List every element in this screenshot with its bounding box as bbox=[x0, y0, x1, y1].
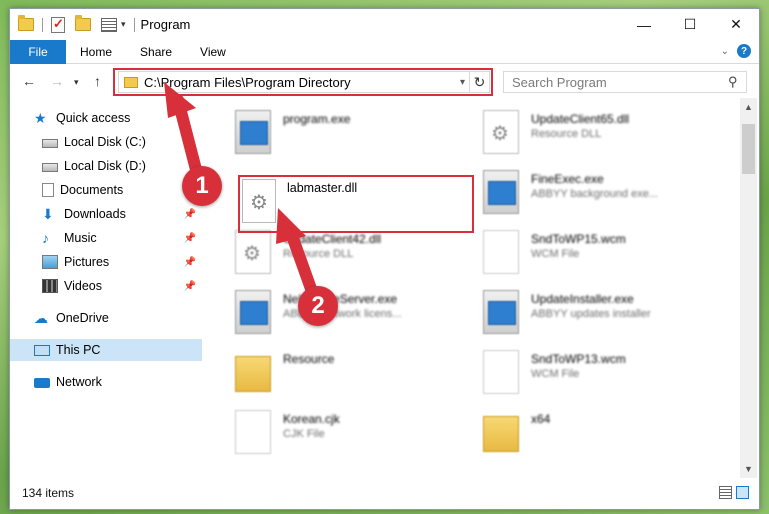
arrow-head-1-icon bbox=[164, 82, 196, 118]
step-2-badge: 2 bbox=[298, 286, 338, 326]
arrow-head-2-icon bbox=[276, 208, 306, 244]
annotation-arrows bbox=[164, 82, 321, 306]
step-1-badge: 1 bbox=[182, 166, 222, 206]
